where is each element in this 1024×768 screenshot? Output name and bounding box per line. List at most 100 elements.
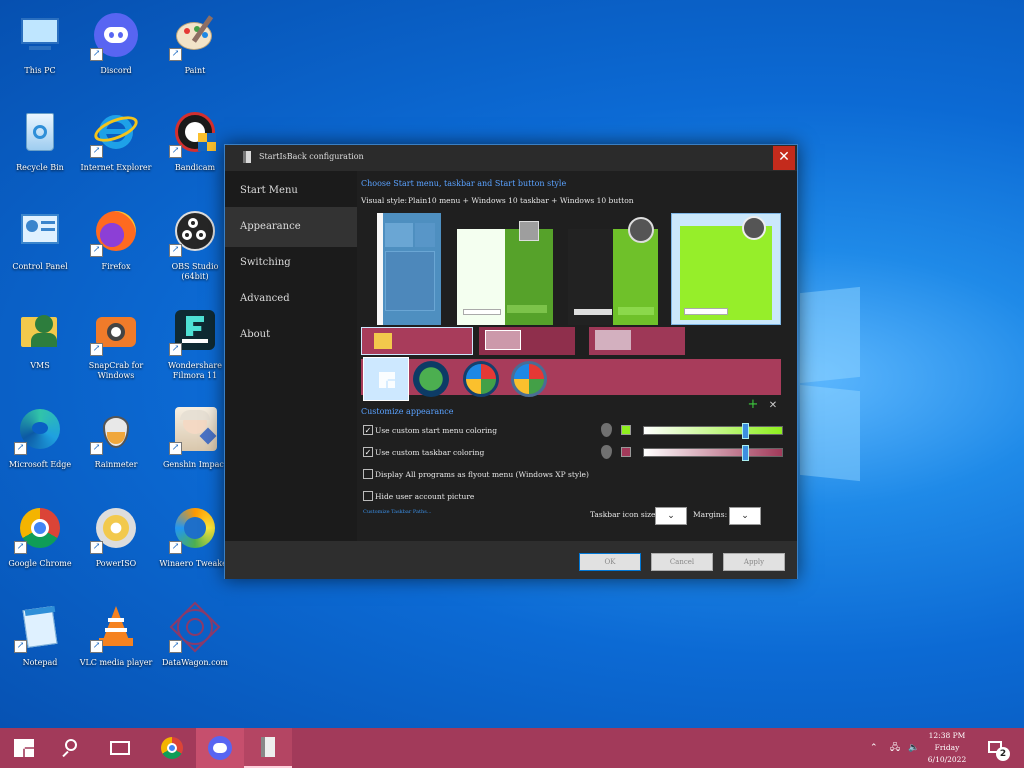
add-icon[interactable]: + xyxy=(745,398,761,413)
start-menu-color-slider[interactable] xyxy=(643,423,783,439)
nav-item-advanced[interactable]: Advanced xyxy=(225,279,357,319)
option-label: Hide user account picture xyxy=(375,492,475,501)
taskbar-color-slider[interactable] xyxy=(643,445,783,461)
paint-icon: ↗ xyxy=(169,12,218,61)
checkbox-custom-taskbar-coloring[interactable]: ✓ xyxy=(363,447,373,457)
taskbar-style-3[interactable] xyxy=(589,327,685,355)
system-clock[interactable]: 12:38 PM Friday 6/10/2022 xyxy=(924,728,970,766)
desktop-icon-vlc[interactable]: ↗ VLC media player xyxy=(78,600,154,692)
nav-item-about[interactable]: About xyxy=(225,315,357,355)
desktop-icon-winaero-tweaker[interactable]: ↗ Winaero Tweaker xyxy=(157,501,233,593)
taskbar-startisback-config[interactable] xyxy=(244,728,292,768)
taskbar-color-swatch[interactable] xyxy=(621,447,631,457)
filmora-icon: ↗ xyxy=(169,307,218,356)
shortcut-arrow-icon: ↗ xyxy=(169,640,182,653)
folder-icon xyxy=(374,333,392,349)
shortcut-arrow-icon: ↗ xyxy=(169,48,182,61)
shortcut-arrow-icon: ↗ xyxy=(14,541,27,554)
taskbar-icon-size-dropdown[interactable]: ⌄ xyxy=(655,507,687,525)
notification-center-button[interactable]: 2 xyxy=(984,728,1016,768)
start-button-windows10[interactable] xyxy=(363,357,409,401)
desktop-icon-filmora[interactable]: ↗ Wondershare Filmora 11 xyxy=(157,303,233,395)
desktop-icon-paint[interactable]: ↗ Paint xyxy=(157,8,233,100)
desktop-icon-discord[interactable]: ↗ Discord xyxy=(78,8,154,100)
task-view-button[interactable] xyxy=(96,728,144,768)
option-label: Use custom taskbar coloring xyxy=(375,448,485,457)
close-button[interactable]: ✕ xyxy=(773,146,795,170)
startisback-config-dialog: StartIsBack configuration ✕ Start Menu A… xyxy=(224,144,798,579)
menu-style-plain10-dark[interactable] xyxy=(568,217,658,325)
desktop-icon-obs[interactable]: ↗ OBS Studio (64bit) xyxy=(157,204,233,296)
desktop-icon-vms[interactable]: VMS xyxy=(2,303,78,395)
menu-style-plain10-light[interactable] xyxy=(457,221,553,325)
transparency-drop-icon xyxy=(601,445,612,459)
desktop-icon-control-panel[interactable]: Control Panel xyxy=(2,204,78,296)
desktop-icon-poweriso[interactable]: ↗ PowerISO xyxy=(78,501,154,593)
task-view-icon xyxy=(110,741,130,755)
desktop-icon-bandicam[interactable]: ↗ Bandicam xyxy=(157,105,233,197)
section-title-style: Choose Start menu, taskbar and Start but… xyxy=(361,179,567,188)
shortcut-arrow-icon: ↗ xyxy=(90,48,103,61)
ok-button[interactable]: OK xyxy=(579,553,641,571)
visual-style-value: Plain10 menu + Windows 10 taskbar + Wind… xyxy=(408,196,634,205)
desktop-icon-notepad[interactable]: ↗ Notepad xyxy=(2,600,78,692)
menu-style-plain10-selected[interactable] xyxy=(671,213,781,325)
desktop-icon-microsoft-edge[interactable]: ↗ Microsoft Edge xyxy=(2,402,78,494)
desktop-icon-datawagon[interactable]: ↗ DataWagon.com xyxy=(157,600,233,692)
option-label: Use custom start menu coloring xyxy=(375,426,498,435)
rainmeter-icon: ↗ xyxy=(90,406,139,455)
shortcut-arrow-icon: ↗ xyxy=(90,244,103,257)
slider-thumb[interactable] xyxy=(742,445,749,461)
recycle-bin-icon xyxy=(17,109,63,155)
start-menu-color-swatch[interactable] xyxy=(621,425,631,435)
nav-item-start-menu[interactable]: Start Menu xyxy=(225,171,357,211)
control-panel-icon xyxy=(17,208,63,254)
user-avatar-icon xyxy=(519,221,539,241)
this-pc-icon xyxy=(17,12,63,58)
apply-button[interactable]: Apply xyxy=(723,553,785,571)
start-button-clover-orb[interactable] xyxy=(413,361,449,397)
bandicam-icon: ↗ xyxy=(169,109,218,158)
start-button[interactable] xyxy=(0,728,48,768)
checkbox-all-programs-flyout[interactable] xyxy=(363,469,373,479)
network-icon[interactable]: 🖧 xyxy=(890,728,900,768)
cancel-button[interactable]: Cancel xyxy=(651,553,713,571)
margins-dropdown[interactable]: ⌄ xyxy=(729,507,761,525)
discord-icon: ↗ xyxy=(90,12,139,61)
slider-thumb[interactable] xyxy=(742,423,749,439)
desktop-icon-recycle-bin[interactable]: Recycle Bin xyxy=(2,105,78,197)
dialog-footer: OK Cancel Apply xyxy=(225,541,797,579)
search-button[interactable] xyxy=(48,728,96,768)
desktop-icon-firefox[interactable]: ↗ Firefox xyxy=(78,204,154,296)
desktop-icon-this-pc[interactable]: This PC xyxy=(2,8,78,100)
desktop-icon-genshin-impact[interactable]: ↗ Genshin Impact xyxy=(157,402,233,494)
poweriso-icon: ↗ xyxy=(90,505,139,554)
checkbox-hide-user-picture[interactable] xyxy=(363,491,373,501)
chrome-icon: ↗ xyxy=(14,505,63,554)
start-button-vista-orb[interactable] xyxy=(511,361,547,397)
desktop-icon-internet-explorer[interactable]: ↗ Internet Explorer xyxy=(78,105,154,197)
taskbar-style-1[interactable] xyxy=(361,327,473,355)
notification-count-badge: 2 xyxy=(996,747,1010,761)
startisback-app-icon xyxy=(261,737,275,757)
clock-day: Friday xyxy=(934,743,960,752)
customize-taskbar-paths-link[interactable]: Customize Taskbar Paths... xyxy=(363,509,432,515)
taskbar-chrome[interactable] xyxy=(148,728,196,768)
volume-icon[interactable]: 🔈 xyxy=(908,728,919,768)
show-hidden-icons-chevron[interactable]: ⌃ xyxy=(870,728,878,768)
start-button-win7-orb[interactable] xyxy=(463,361,499,397)
nav-item-appearance[interactable]: Appearance xyxy=(225,207,357,247)
nav-item-switching[interactable]: Switching xyxy=(225,243,357,283)
remove-icon[interactable]: ✕ xyxy=(765,399,781,413)
vms-folder-icon xyxy=(17,307,63,353)
shortcut-arrow-icon: ↗ xyxy=(14,442,27,455)
menu-style-windows10[interactable] xyxy=(377,213,441,325)
desktop-icon-google-chrome[interactable]: ↗ Google Chrome xyxy=(2,501,78,593)
taskbar-discord[interactable] xyxy=(196,728,244,768)
checkbox-custom-start-menu-coloring[interactable]: ✓ xyxy=(363,425,373,435)
taskbar-style-2[interactable] xyxy=(479,327,575,355)
desktop-icon-rainmeter[interactable]: ↗ Rainmeter xyxy=(78,402,154,494)
dialog-titlebar[interactable]: StartIsBack configuration ✕ xyxy=(225,145,797,171)
shortcut-arrow-icon: ↗ xyxy=(169,442,182,455)
desktop-icon-snapcrab[interactable]: ↗ SnapCrab for Windows xyxy=(78,303,154,395)
